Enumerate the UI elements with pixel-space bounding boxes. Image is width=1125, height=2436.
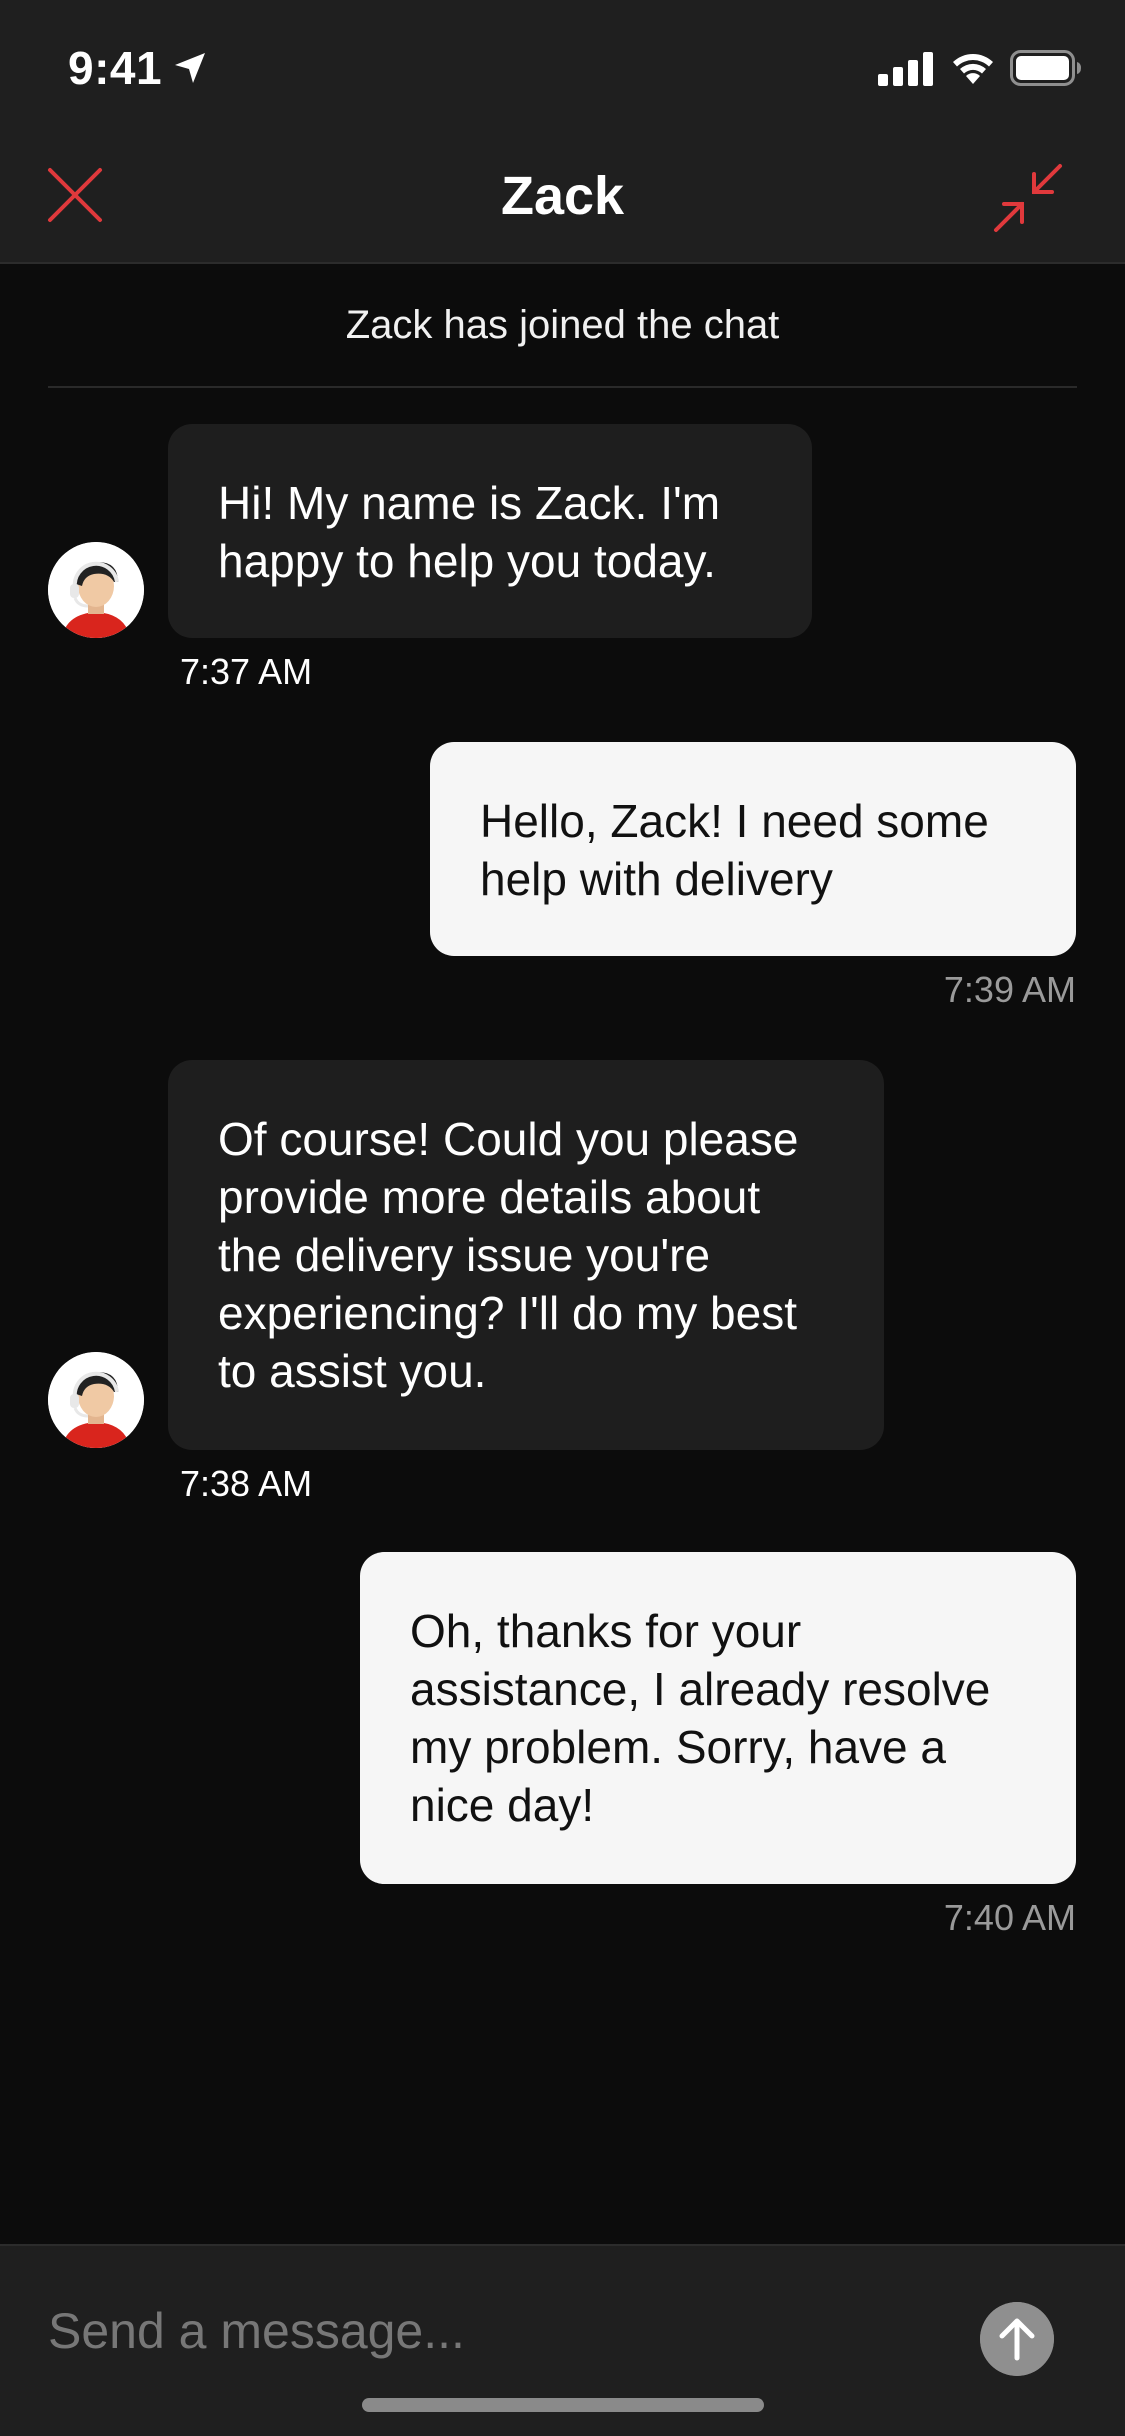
message-time: 7:39 AM	[943, 969, 1076, 1010]
location-arrow-icon	[175, 53, 205, 83]
message-time: 7:40 AM	[943, 1897, 1076, 1938]
arrow-up-icon[interactable]	[980, 2302, 1054, 2376]
wifi-icon	[953, 54, 993, 84]
support-agent-avatar-icon	[48, 542, 144, 638]
support-agent-avatar-icon	[48, 1352, 144, 1448]
cellular-signal-icon	[878, 52, 933, 86]
minimize-arrows-icon[interactable]	[988, 158, 1068, 238]
user-message-bubble: Oh, thanks for your assistance, I alread…	[360, 1552, 1076, 1884]
home-indicator	[362, 2398, 764, 2412]
agent-avatar	[48, 542, 144, 638]
status-time: 9:41	[68, 42, 163, 94]
divider	[48, 386, 1077, 388]
message-time: 7:37 AM	[180, 651, 313, 692]
battery-icon	[1010, 50, 1081, 86]
agent-message-bubble: Hi! My name is Zack. I'm happy to help y…	[168, 424, 812, 638]
agent-avatar	[48, 1352, 144, 1448]
agent-message-bubble: Of course! Could you please provide more…	[168, 1060, 884, 1450]
message-time: 7:38 AM	[180, 1463, 313, 1504]
chat-title: Zack	[500, 166, 625, 226]
chat-screen: 9:41 Zack Zack has joined the chat Hi! M	[0, 0, 1125, 2436]
user-message-bubble: Hello, Zack! I need some help with deliv…	[430, 742, 1076, 956]
message-input[interactable]	[48, 2296, 928, 2366]
system-message: Zack has joined the chat	[345, 303, 780, 347]
